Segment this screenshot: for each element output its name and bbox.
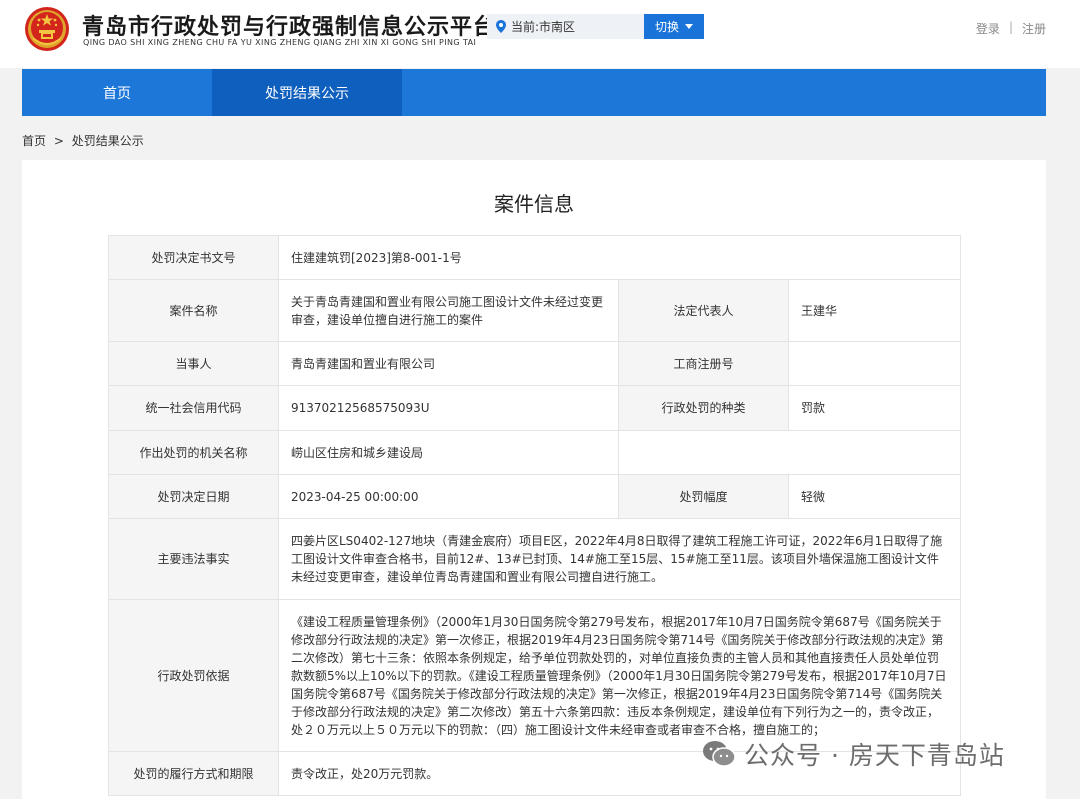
decision-date-value: 2023-04-25 00:00:00 xyxy=(278,474,619,519)
case-info-table: 处罚决定书文号 住建建筑罚[2023]第8-001-1号 案件名称 关于青岛青建… xyxy=(108,235,961,796)
decision-date-label: 处罚决定日期 xyxy=(108,474,279,519)
table-row: 处罚决定日期 2023-04-25 00:00:00 处罚幅度 轻微 xyxy=(108,474,961,519)
switch-region-button[interactable]: 切换 xyxy=(644,14,704,39)
switch-label: 切换 xyxy=(654,20,679,34)
location-pin-icon xyxy=(496,20,506,33)
table-row: 案件名称 关于青岛青建国和置业有限公司施工图设计文件未经过变更审查，建设单位擅自… xyxy=(108,279,961,342)
site-title: 青岛市行政处罚与行政强制信息公示平台 xyxy=(82,15,497,40)
case-name-label: 案件名称 xyxy=(108,279,279,342)
severity-label: 处罚幅度 xyxy=(618,474,789,519)
legal-rep-value: 王建华 xyxy=(788,279,961,342)
nav-item-home[interactable]: 首页 xyxy=(22,69,212,116)
table-row: 处罚决定书文号 住建建筑罚[2023]第8-001-1号 xyxy=(108,235,961,280)
breadcrumb-current[interactable]: 处罚结果公示 xyxy=(72,134,144,148)
party-label: 当事人 xyxy=(108,341,279,386)
doc-no-label: 处罚决定书文号 xyxy=(108,235,279,280)
auth-links: 登录 | 注册 xyxy=(976,20,1046,37)
credit-code-label: 统一社会信用代码 xyxy=(108,385,279,431)
legal-rep-label: 法定代表人 xyxy=(618,279,789,342)
national-emblem-icon xyxy=(25,7,69,51)
breadcrumb-home[interactable]: 首页 xyxy=(22,134,46,148)
doc-no-value: 住建建筑罚[2023]第8-001-1号 xyxy=(278,235,961,280)
basis-label: 行政处罚依据 xyxy=(108,599,279,752)
breadcrumb: 首页 > 处罚结果公示 xyxy=(22,132,144,149)
penalty-type-value: 罚款 xyxy=(788,385,961,431)
main-nav: 首页 处罚结果公示 xyxy=(22,69,1046,116)
table-row: 统一社会信用代码 91370212568575093U 行政处罚的种类 罚款 xyxy=(108,385,961,431)
facts-label: 主要违法事实 xyxy=(108,518,279,600)
auth-separator: | xyxy=(1008,20,1013,34)
table-row: 作出处罚的机关名称 崂山区住房和城乡建设局 xyxy=(108,430,961,475)
severity-value: 轻微 xyxy=(788,474,961,519)
basis-value: 《建设工程质量管理条例》（2000年1月30日国务院令第279号发布，根据201… xyxy=(278,599,961,752)
current-location: 当前:市南区 xyxy=(487,14,644,39)
credit-code-value: 91370212568575093U xyxy=(278,385,619,431)
page-title: 案件信息 xyxy=(494,192,574,216)
party-value: 青岛青建国和置业有限公司 xyxy=(278,341,619,386)
table-row: 当事人 青岛青建国和置业有限公司 工商注册号 xyxy=(108,341,961,386)
watermark-text: 公众号 · 房天下青岛站 xyxy=(744,741,1005,770)
case-name-value: 关于青岛青建国和置业有限公司施工图设计文件未经过变更审查，建设单位擅自进行施工的… xyxy=(278,279,619,342)
biz-reg-label: 工商注册号 xyxy=(618,341,789,386)
empty-cell xyxy=(618,430,961,475)
penalty-type-label: 行政处罚的种类 xyxy=(618,385,789,431)
authority-label: 作出处罚的机关名称 xyxy=(108,430,279,475)
location-label: 当前:市南区 xyxy=(511,20,576,34)
site-header: 青岛市行政处罚与行政强制信息公示平台 QING DAO SHI XING ZHE… xyxy=(0,0,1080,68)
login-link[interactable]: 登录 xyxy=(976,20,1000,37)
execution-label: 处罚的履行方式和期限 xyxy=(108,751,279,796)
nav-item-penalty-results[interactable]: 处罚结果公示 xyxy=(212,69,402,116)
table-row: 行政处罚依据 《建设工程质量管理条例》（2000年1月30日国务院令第279号发… xyxy=(108,599,961,752)
biz-reg-value xyxy=(788,341,961,386)
authority-value: 崂山区住房和城乡建设局 xyxy=(278,430,619,475)
breadcrumb-separator: > xyxy=(53,134,64,148)
facts-value: 四姜片区LS0402-127地块（青建金宸府）项目E区，2022年4月8日取得了… xyxy=(278,518,961,600)
site-subtitle: QING DAO SHI XING ZHENG CHU FA YU XING Z… xyxy=(83,38,477,47)
chevron-down-icon xyxy=(685,24,693,29)
wechat-icon xyxy=(703,741,736,767)
table-row: 主要违法事实 四姜片区LS0402-127地块（青建金宸府）项目E区，2022年… xyxy=(108,518,961,600)
register-link[interactable]: 注册 xyxy=(1022,20,1046,37)
wechat-watermark: 公众号 · 房天下青岛站 xyxy=(702,736,1005,772)
case-panel: 案件信息 处罚决定书文号 住建建筑罚[2023]第8-001-1号 案件名称 关… xyxy=(22,160,1046,799)
